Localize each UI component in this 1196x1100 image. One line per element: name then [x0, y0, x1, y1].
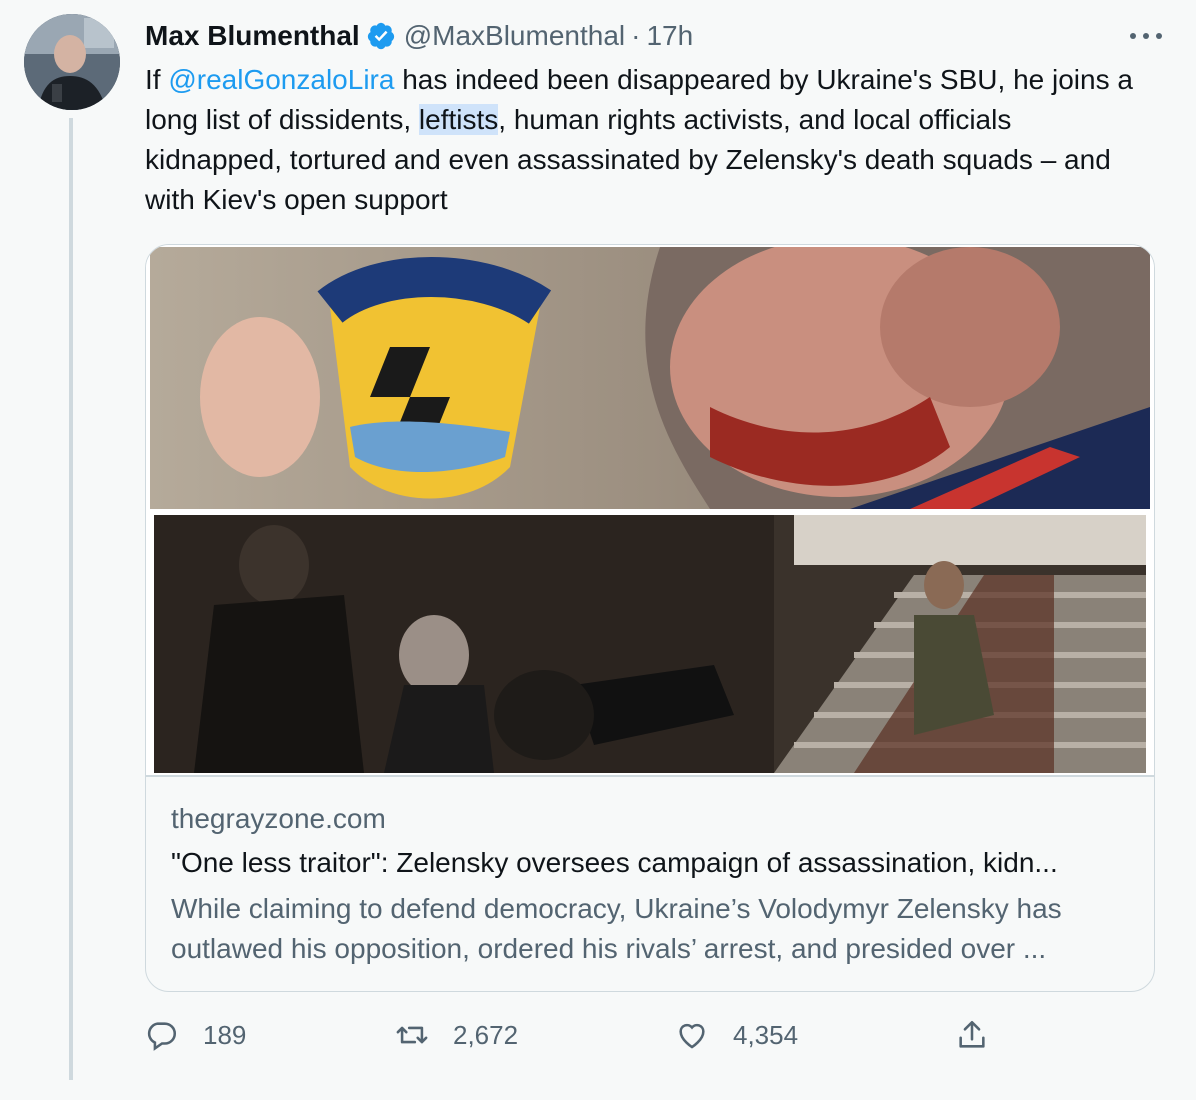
tweet-timestamp[interactable]: 17h — [646, 20, 693, 52]
like-count: 4,354 — [733, 1019, 799, 1050]
mention-link[interactable]: @realGonzaloLira — [168, 64, 394, 95]
retweet-icon — [396, 1026, 428, 1044]
reply-count: 189 — [203, 1019, 247, 1050]
tweet[interactable]: Max Blumenthal @MaxBlumenthal · 17h If @… — [0, 0, 1196, 1080]
tweet-text-part: If — [145, 64, 169, 95]
verified-badge-icon — [366, 21, 396, 51]
share-button[interactable] — [955, 1018, 989, 1052]
card-domain: thegrayzone.com — [171, 803, 386, 834]
card-divider — [146, 775, 1154, 777]
avatar[interactable] — [24, 14, 120, 110]
card-title: "One less traitor": Zelensky oversees ca… — [171, 847, 1058, 878]
retweet-count: 2,672 — [453, 1019, 519, 1050]
share-icon — [959, 1020, 985, 1048]
card-photo-top — [150, 247, 1150, 509]
like-button[interactable]: 4,354 — [675, 1018, 798, 1052]
selected-text: leftists — [418, 104, 499, 135]
tweet-actions: 189 2,672 4,354 — [145, 1018, 1005, 1062]
header-separator: · — [631, 20, 641, 51]
author-name[interactable]: Max Blumenthal — [145, 20, 360, 52]
heart-icon — [679, 1023, 705, 1049]
more-options-icon[interactable] — [1130, 28, 1162, 44]
card-description: While claiming to defend democracy, Ukra… — [171, 893, 1062, 964]
link-card[interactable]: thegrayzone.com "One less traitor": Zele… — [145, 244, 1155, 992]
reply-icon — [147, 1022, 177, 1051]
thread-line — [69, 118, 73, 1080]
retweet-button[interactable]: 2,672 — [395, 1018, 518, 1052]
reply-button[interactable]: 189 — [145, 1018, 246, 1052]
tweet-header: Max Blumenthal @MaxBlumenthal · 17h — [145, 18, 693, 54]
author-handle[interactable]: @MaxBlumenthal — [404, 20, 625, 52]
link-card-image — [146, 245, 1154, 775]
card-photo-bottom — [154, 515, 1146, 773]
avatar-photo — [24, 14, 120, 110]
tweet-text: If @realGonzaloLira has indeed been disa… — [145, 60, 1155, 220]
